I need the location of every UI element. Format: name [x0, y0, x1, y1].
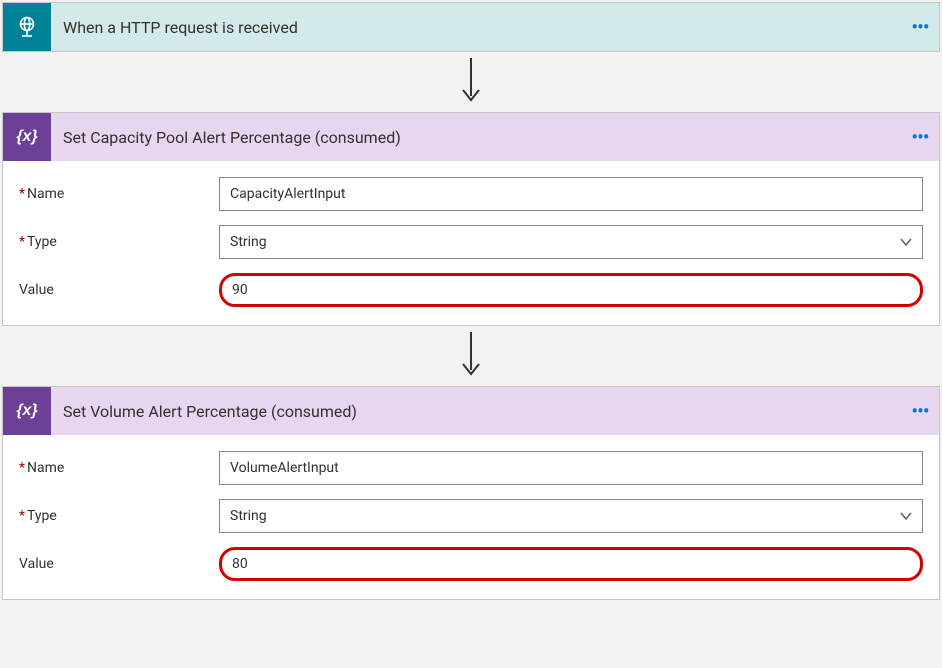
- trigger-card: When a HTTP request is received • • •: [2, 2, 940, 52]
- capacity-type-row: Type: [19, 225, 923, 259]
- set-capacity-body: Name Type Value: [3, 161, 939, 325]
- http-request-icon: [3, 3, 51, 51]
- variable-icon: {x}: [3, 387, 51, 435]
- volume-value-row: Value: [19, 547, 923, 581]
- volume-type-label: Type: [19, 508, 219, 524]
- connector-arrow: [2, 54, 940, 110]
- volume-type-row: Type: [19, 499, 923, 533]
- set-volume-title: Set Volume Alert Percentage (consumed): [51, 402, 899, 421]
- capacity-name-input[interactable]: [219, 177, 923, 211]
- volume-type-select[interactable]: [219, 499, 923, 533]
- set-volume-alert-card: {x} Set Volume Alert Percentage (consume…: [2, 386, 940, 600]
- capacity-name-row: Name: [19, 177, 923, 211]
- trigger-header[interactable]: When a HTTP request is received • • •: [3, 3, 939, 51]
- volume-value-input[interactable]: [219, 547, 923, 581]
- set-capacity-pool-alert-header[interactable]: {x} Set Capacity Pool Alert Percentage (…: [3, 113, 939, 161]
- capacity-type-select[interactable]: [219, 225, 923, 259]
- capacity-value-label: Value: [19, 282, 219, 298]
- capacity-name-label: Name: [19, 186, 219, 202]
- set-volume-body: Name Type Value: [3, 435, 939, 599]
- connector-arrow: [2, 328, 940, 384]
- variable-icon: {x}: [3, 113, 51, 161]
- volume-name-row: Name: [19, 451, 923, 485]
- volume-value-label: Value: [19, 556, 219, 572]
- capacity-value-input[interactable]: [219, 273, 923, 307]
- set-volume-menu-button[interactable]: • • •: [899, 387, 939, 435]
- volume-name-label: Name: [19, 460, 219, 476]
- set-capacity-menu-button[interactable]: • • •: [899, 113, 939, 161]
- capacity-type-label: Type: [19, 234, 219, 250]
- trigger-menu-button[interactable]: • • •: [899, 3, 939, 51]
- volume-name-input[interactable]: [219, 451, 923, 485]
- trigger-title: When a HTTP request is received: [51, 18, 899, 37]
- set-capacity-pool-alert-card: {x} Set Capacity Pool Alert Percentage (…: [2, 112, 940, 326]
- set-volume-alert-header[interactable]: {x} Set Volume Alert Percentage (consume…: [3, 387, 939, 435]
- set-capacity-title: Set Capacity Pool Alert Percentage (cons…: [51, 128, 899, 147]
- capacity-value-row: Value: [19, 273, 923, 307]
- logic-app-canvas: When a HTTP request is received • • • {x…: [2, 2, 940, 600]
